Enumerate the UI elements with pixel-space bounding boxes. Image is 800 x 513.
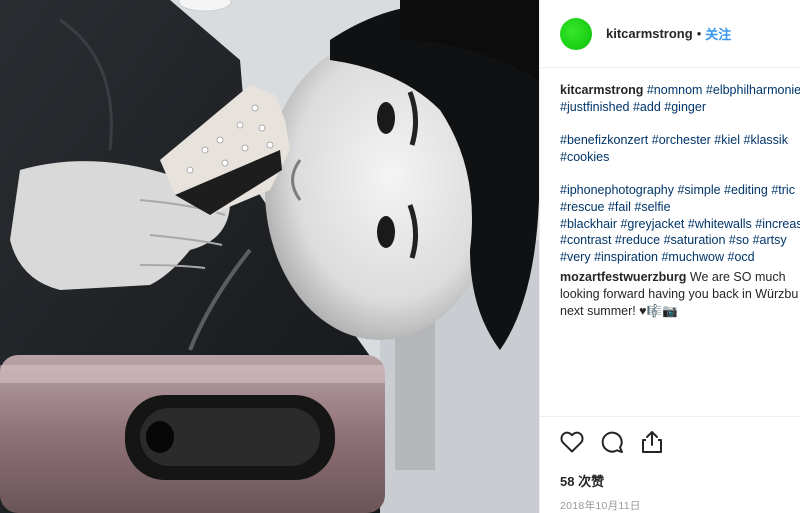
caption-line-8: #contrast #reduce #saturation #so #artsy: [560, 232, 800, 249]
hashtag[interactable]: #selfie: [634, 200, 670, 214]
post-photo[interactable]: [0, 0, 539, 513]
hashtag[interactable]: #increas: [755, 217, 800, 231]
caption-line-6: #rescue #fail #selfie: [560, 199, 800, 216]
caption-line-4: #cookies: [560, 149, 800, 166]
hashtag[interactable]: #ginger: [664, 100, 706, 114]
hashtag[interactable]: #kiel: [714, 133, 740, 147]
hashtag[interactable]: #muchwow: [661, 250, 724, 264]
hashtag[interactable]: #benefizkonzert: [560, 133, 648, 147]
caption-line-2: #justfinished #add #ginger: [560, 99, 800, 116]
hashtag[interactable]: #contrast: [560, 233, 611, 247]
hashtag[interactable]: #inspiration: [594, 250, 658, 264]
hashtag[interactable]: #reduce: [615, 233, 660, 247]
action-bar: [560, 429, 800, 455]
hashtag[interactable]: #fail: [608, 200, 631, 214]
hashtag[interactable]: #whitewalls: [688, 217, 752, 231]
share-icon[interactable]: [640, 430, 664, 454]
header-separator: •: [696, 26, 702, 41]
hashtag[interactable]: #so: [729, 233, 749, 247]
comment-line-1: mozartfestwuerzburg We are SO much: [560, 269, 800, 286]
hashtag[interactable]: #justfinished: [560, 100, 630, 114]
hashtag[interactable]: #orchester: [652, 133, 711, 147]
caption-line-1: kitcarmstrong #nomnom #elbphilharmonie: [560, 82, 800, 99]
hashtag[interactable]: #very: [560, 250, 591, 264]
hashtag[interactable]: #elbphilharmonie: [706, 83, 800, 97]
caption-author[interactable]: kitcarmstrong: [560, 83, 643, 97]
avatar[interactable]: [560, 17, 592, 50]
comment-icon[interactable]: [600, 430, 624, 454]
heart-icon[interactable]: [560, 431, 584, 453]
header-username[interactable]: kitcarmstrong: [606, 26, 693, 41]
comment-author[interactable]: mozartfestwuerzburg: [560, 270, 686, 284]
hashtag[interactable]: #editing: [724, 183, 768, 197]
hashtag[interactable]: #rescue: [560, 200, 604, 214]
hashtag[interactable]: #cookies: [560, 150, 609, 164]
hashtag[interactable]: #saturation: [664, 233, 726, 247]
caption-line-5: #iphonephotography #simple #editing #tri…: [560, 182, 800, 199]
likes-count[interactable]: 58 次赞: [560, 471, 800, 490]
caption-line-3: #benefizkonzert #orchester #kiel #klassi…: [560, 132, 800, 149]
hashtag[interactable]: #iphonephotography: [560, 183, 674, 197]
hashtag[interactable]: #nomnom: [647, 83, 703, 97]
hashtag[interactable]: #simple: [677, 183, 720, 197]
post-footer: 58 次赞 2018年10月11日: [540, 416, 800, 513]
caption-line-7: #blackhair #greyjacket #whitewalls #incr…: [560, 216, 800, 233]
caption-line-9: #very #inspiration #muchwow #ocd: [560, 249, 800, 266]
selfie-photo-image: [0, 0, 539, 513]
hashtag[interactable]: #greyjacket: [620, 217, 684, 231]
follow-button[interactable]: 关注: [705, 24, 731, 43]
hashtag[interactable]: #ocd: [728, 250, 755, 264]
hashtag[interactable]: #blackhair: [560, 217, 617, 231]
hashtag[interactable]: #tric: [771, 183, 795, 197]
hashtag[interactable]: #add: [633, 100, 661, 114]
comments-section: kitcarmstrong #nomnom #elbphilharmonie #…: [540, 68, 800, 319]
post-header: kitcarmstrong • 关注: [540, 0, 800, 68]
hashtag[interactable]: #artsy: [753, 233, 787, 247]
post-side-panel: kitcarmstrong • 关注 kitcarmstrong #nomnom…: [539, 0, 800, 513]
post-date[interactable]: 2018年10月11日: [560, 498, 800, 513]
comment-text-3: next summer! ♥🎼📷: [560, 303, 678, 318]
comment-text-1: We are SO much: [689, 270, 786, 285]
hashtag[interactable]: #klassik: [744, 133, 788, 147]
comment-text-2: looking forward having you back in Würzb…: [560, 286, 799, 301]
